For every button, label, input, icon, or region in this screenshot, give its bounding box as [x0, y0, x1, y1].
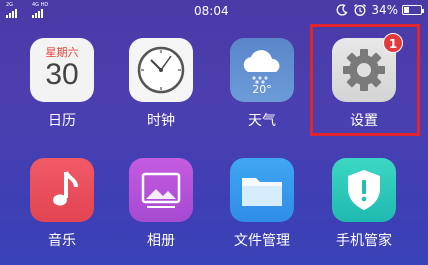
- status-time: 08:04: [194, 4, 229, 18]
- folder-icon: [242, 178, 282, 206]
- app-label-files: 文件管理: [234, 233, 290, 249]
- app-music[interactable]: 音乐: [22, 158, 102, 250]
- weather-icon[interactable]: 20°: [230, 38, 294, 102]
- calendar-icon[interactable]: 星期六 30: [30, 38, 94, 102]
- photos-icon[interactable]: [129, 158, 193, 222]
- sim2-signal-icon: [32, 9, 43, 18]
- app-label-calendar: 日历: [48, 113, 76, 129]
- app-label-weather: 天气: [248, 113, 276, 129]
- app-label-clock: 时钟: [147, 113, 175, 129]
- battery-icon: [402, 5, 424, 15]
- shield-icon: [348, 170, 380, 210]
- app-clock[interactable]: 时钟: [121, 38, 201, 130]
- battery-percent: 34%: [371, 3, 398, 17]
- music-note-icon: [53, 171, 78, 206]
- battery-fill: [404, 7, 409, 13]
- do-not-disturb-icon: [336, 4, 348, 16]
- weather-temperature: 20°: [252, 83, 272, 96]
- sim1-label: 2G: [6, 2, 14, 8]
- app-calendar[interactable]: 星期六 30 日历: [22, 38, 102, 130]
- app-label-phone-manager: 手机管家: [336, 233, 392, 249]
- files-icon[interactable]: [230, 158, 294, 222]
- clock-icon[interactable]: [129, 38, 193, 102]
- sim1-signal-icon: [6, 9, 17, 18]
- sim2-label: 4G HD: [32, 2, 49, 8]
- sim1-signal: 2G: [6, 2, 17, 18]
- photo-icon: [141, 172, 181, 208]
- alarm-icon: [354, 4, 367, 16]
- status-bar: 2G 4G HD 08:04 34%: [0, 0, 428, 22]
- highlight-box: [310, 24, 420, 136]
- app-photos[interactable]: 相册: [121, 158, 201, 250]
- app-files[interactable]: 文件管理: [222, 158, 302, 250]
- sim2-signal: 4G HD: [32, 2, 49, 18]
- app-phone-manager[interactable]: 手机管家: [324, 158, 404, 250]
- clock-face-icon: [137, 46, 185, 94]
- calendar-date: 30: [45, 58, 79, 91]
- status-right: 34%: [335, 3, 424, 17]
- app-label-photos: 相册: [147, 233, 175, 249]
- app-weather[interactable]: 20° 天气: [222, 38, 302, 130]
- app-label-music: 音乐: [48, 233, 76, 249]
- music-icon[interactable]: [30, 158, 94, 222]
- phone-manager-icon[interactable]: [332, 158, 396, 222]
